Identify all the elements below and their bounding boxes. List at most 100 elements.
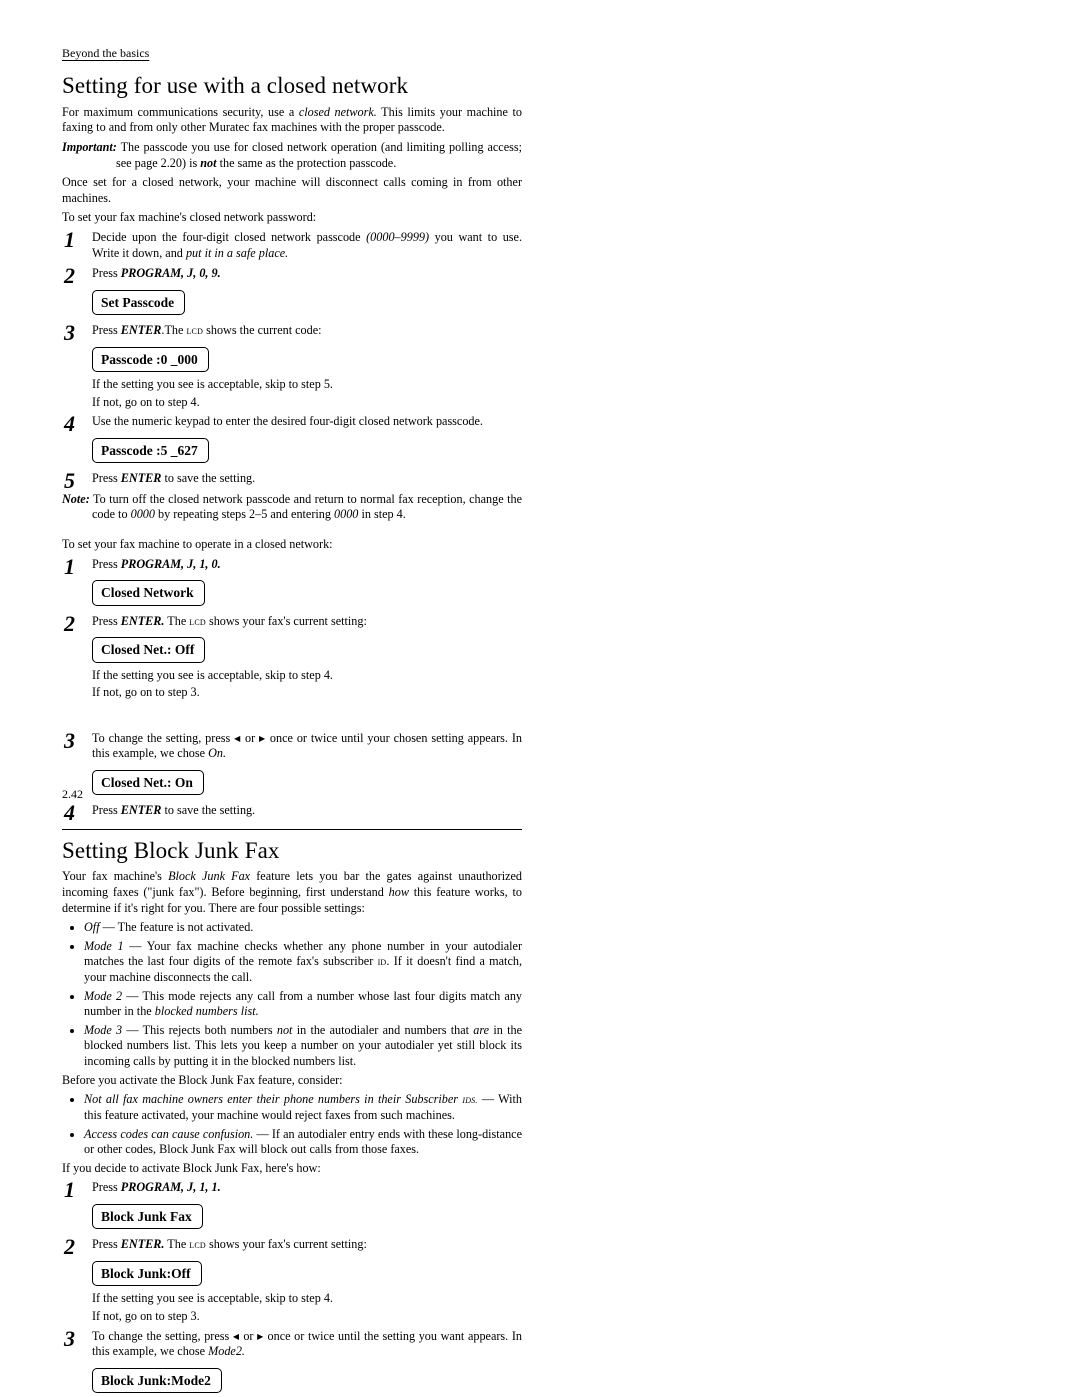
mode-list: Off — The feature is not activated. Mode… [62, 920, 522, 1070]
right-arrow-icon: ▶ [259, 734, 266, 743]
text: Press [92, 1237, 121, 1251]
section-title-block-junk-fax: Setting Block Junk Fax [62, 836, 522, 865]
note-goto-3-block: If not, go on to step 3. [92, 1309, 522, 1325]
lcd-closed-network: Closed Network [92, 580, 205, 605]
text: by repeating steps 2–5 and entering [155, 507, 334, 521]
step-4-passcode: 4 Use the numeric keypad to enter the de… [62, 414, 522, 430]
key-enter: ENTER. [121, 614, 165, 628]
text: .The [161, 323, 186, 337]
key-sequence: PROGRAM, J, 1, 1. [121, 1180, 221, 1194]
step-number: 2 [64, 1233, 75, 1261]
text: The [164, 614, 189, 628]
text: Press [92, 557, 121, 571]
step-3-passcode: 3 Press ENTER.The LCD shows the current … [62, 323, 522, 339]
text: to save the setting. [161, 471, 255, 485]
text: Press [92, 803, 121, 817]
step-5-passcode: 5 Press ENTER to save the setting. [62, 471, 522, 487]
text: in the autodialer and numbers that [292, 1023, 473, 1037]
left-arrow-icon: ◀ [233, 1332, 240, 1341]
step-1-block: 1 Press PROGRAM, J, 1, 1. [62, 1180, 522, 1196]
key-enter: ENTER. [121, 1237, 165, 1251]
step-2-block: 2 Press ENTER. The LCD shows your fax's … [62, 1237, 522, 1253]
consider-list: Not all fax machine owners enter their p… [62, 1092, 522, 1158]
text-em: Off [84, 920, 100, 934]
manual-page: Beyond the basics Setting for use with a… [0, 0, 1080, 834]
step-number: 1 [64, 1176, 75, 1204]
text: To change the setting, press [92, 731, 234, 745]
label-important: Important: [62, 140, 117, 154]
page-number: 2.42 [62, 787, 83, 802]
label-lcd: LCD [189, 616, 206, 628]
text: Your fax machine's [62, 869, 168, 883]
text: to save the setting. [161, 803, 255, 817]
list-item: Mode 2 — This mode rejects any call from… [84, 989, 522, 1020]
key-enter: ENTER [121, 471, 162, 485]
step-number: 4 [64, 799, 75, 827]
list-item: Not all fax machine owners enter their p… [84, 1092, 522, 1123]
note-turnoff: Note: To turn off the closed network pas… [62, 492, 522, 523]
lcd-block-junk-mode2: Block Junk:Mode2 [92, 1368, 222, 1393]
label-lcd: LCD [186, 325, 203, 337]
to-set-network-intro: To set your fax machine to operate in a … [62, 537, 522, 553]
text: shows your fax's current setting: [206, 614, 367, 628]
list-item: Mode 1 — Your fax machine checks whether… [84, 939, 522, 986]
list-item: Access codes can cause confusion. — If a… [84, 1127, 522, 1158]
label-lcd: LCD [189, 1239, 206, 1251]
text: the same as the protection passcode. [217, 156, 397, 170]
left-arrow-icon: ◀ [234, 734, 241, 743]
step-3-network: 3 To change the setting, press ◀ or ▶ on… [62, 731, 522, 762]
text-em: blocked numbers list. [155, 1004, 259, 1018]
note-skip-4-block: If the setting you see is acceptable, sk… [92, 1291, 522, 1307]
key-enter: ENTER [121, 323, 162, 337]
step-2-network: 2 Press ENTER. The LCD shows your fax's … [62, 614, 522, 630]
section-title-closed-network: Setting for use with a closed network [62, 71, 522, 100]
step-number: 2 [64, 610, 75, 638]
lcd-passcode-0: Passcode :0 _000 [92, 347, 209, 372]
text-em: (0000–9999) [366, 230, 429, 244]
intro-paragraph: For maximum communications security, use… [62, 105, 522, 136]
text: Press [92, 1180, 121, 1194]
important-note: Important: The passcode you use for clos… [62, 140, 522, 171]
key-sequence: PROGRAM, J, 1, 0. [121, 557, 221, 571]
text: Press [92, 614, 121, 628]
text-em: Access codes can cause confusion. [84, 1127, 253, 1141]
text-em: On. [208, 746, 226, 760]
before-activate: Before you activate the Block Junk Fax f… [62, 1073, 522, 1089]
text-em: Mode2. [208, 1344, 245, 1358]
step-number: 1 [64, 553, 75, 581]
text: For maximum communications security, use… [62, 105, 299, 119]
divider [62, 829, 522, 830]
block-junk-intro: Your fax machine's Block Junk Fax featur… [62, 869, 522, 916]
step-1-passcode: 1 Decide upon the four-digit closed netw… [62, 230, 522, 261]
to-set-password-intro: To set your fax machine's closed network… [62, 210, 522, 226]
text: Decide upon the four-digit closed networ… [92, 230, 366, 244]
step-number: 4 [64, 410, 75, 438]
text: — This mode rejects any call from a numb… [84, 989, 522, 1019]
lcd-passcode-5: Passcode :5 _627 [92, 438, 209, 463]
note-goto-4: If not, go on to step 4. [92, 395, 522, 411]
step-number: 3 [64, 727, 75, 755]
lcd-closed-off: Closed Net.: Off [92, 637, 205, 662]
text: Press [92, 266, 121, 280]
text: — The feature is not activated. [100, 920, 254, 934]
text: — This rejects both numbers [122, 1023, 277, 1037]
step-2-passcode: 2 Press PROGRAM, J, 0, 9. [62, 266, 522, 282]
step-number: 3 [64, 1325, 75, 1353]
text-em: 0000 [334, 507, 358, 521]
text: Press [92, 323, 121, 337]
lcd-set-passcode: Set Passcode [92, 290, 185, 315]
breadcrumb: Beyond the basics [62, 46, 1018, 61]
step-4-network: 4 Press ENTER to save the setting. [62, 803, 522, 819]
list-item: Off — The feature is not activated. [84, 920, 522, 936]
label-ids: IDs. [462, 1094, 477, 1106]
text: The [164, 1237, 189, 1251]
label-id: ID [378, 956, 387, 968]
text-em: Block Junk Fax [168, 869, 250, 883]
text-em: Not all fax machine owners enter their p… [84, 1092, 462, 1106]
text-em: Mode 2 [84, 989, 122, 1003]
step-number: 2 [64, 262, 75, 290]
lcd-block-junk-fax: Block Junk Fax [92, 1204, 203, 1229]
step-number: 3 [64, 319, 75, 347]
text: Press [92, 471, 121, 485]
text-em: closed network. [299, 105, 377, 119]
